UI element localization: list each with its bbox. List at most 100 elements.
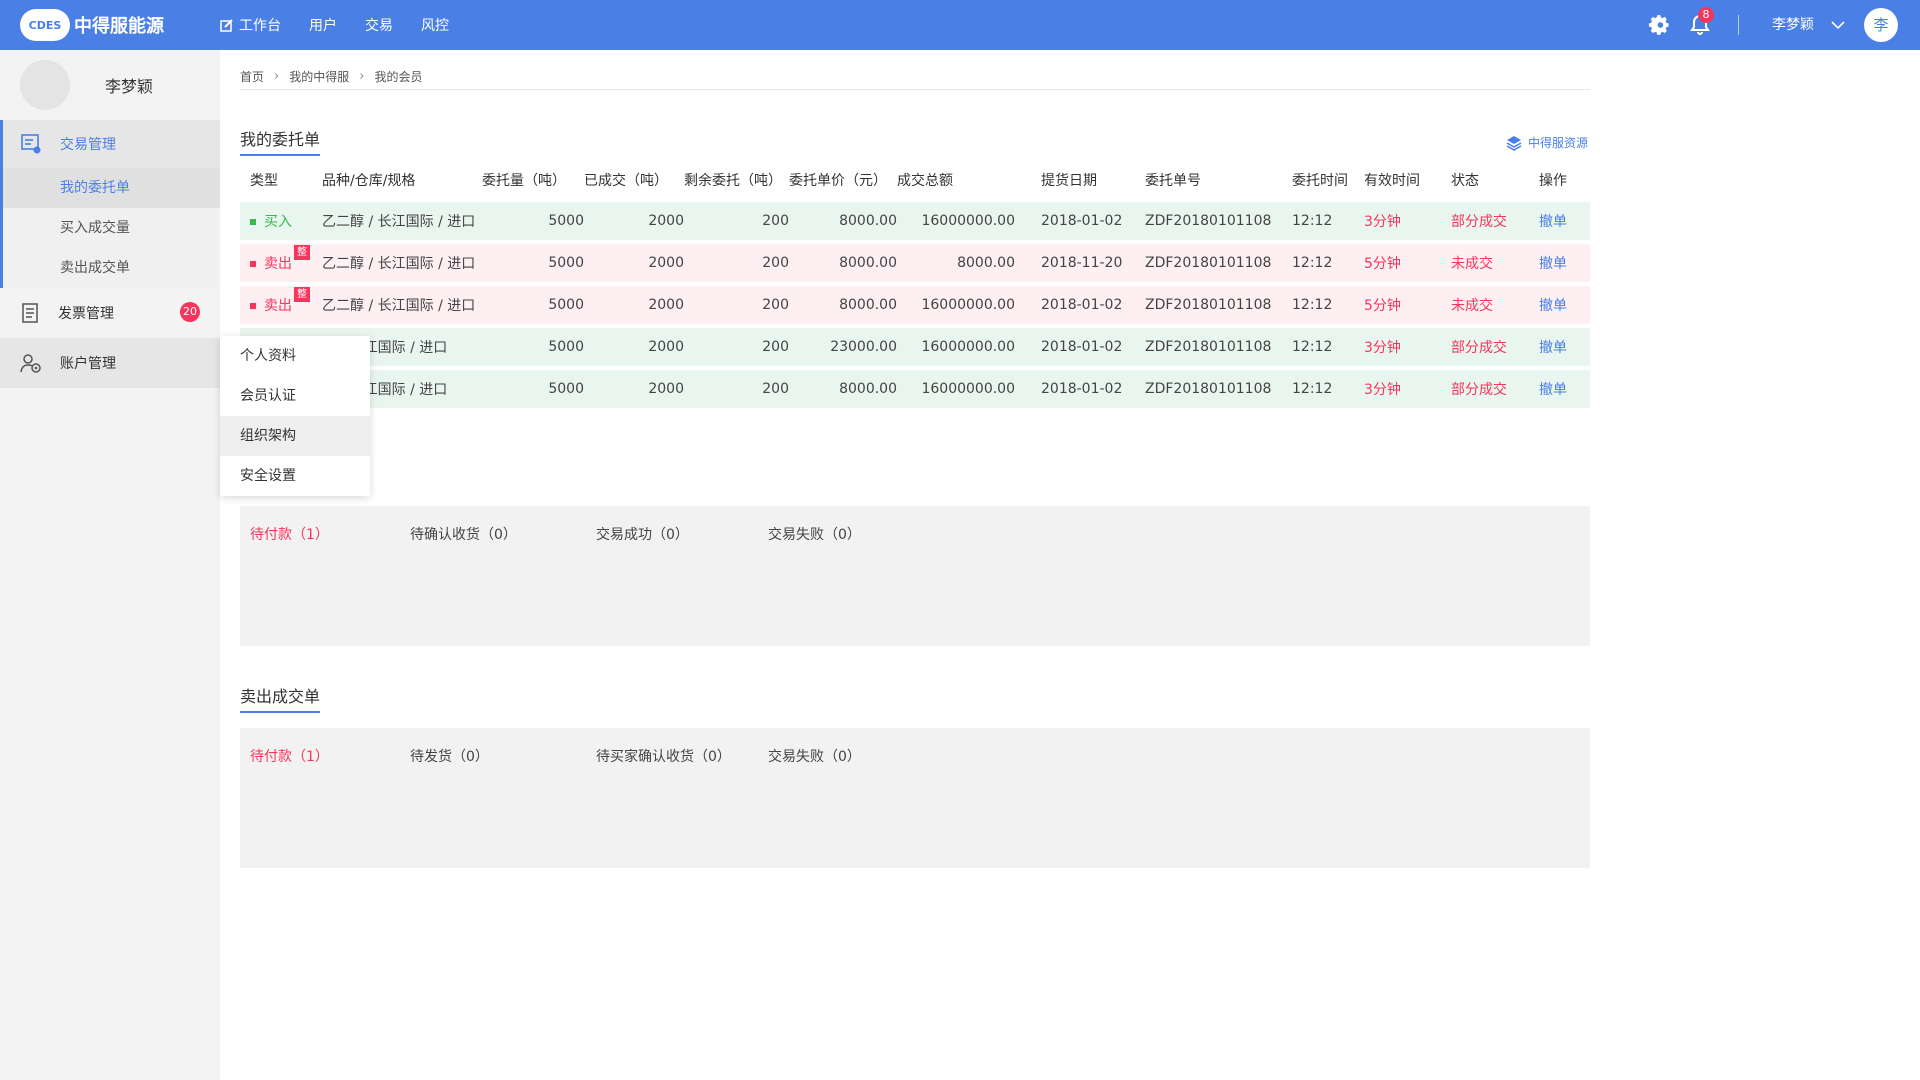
col-done: 已成交（吨） (584, 162, 684, 198)
brand-logo[interactable]: CDES 中得服能源 (20, 9, 164, 41)
cell-status: 未成交 (1441, 286, 1519, 324)
cell-date: 2018-01-02 (1015, 286, 1135, 324)
chevron-down-icon[interactable] (1830, 17, 1846, 33)
nav-risk[interactable]: 风控 (421, 15, 449, 35)
cell-done: 2000 (584, 202, 684, 240)
avatar[interactable]: 李 (1864, 8, 1898, 42)
type-dot (250, 219, 256, 225)
table-row: 卖出整 乙二醇 / 长江国际 / 进口 5000 2000 200 8000.00 1600… (240, 286, 1590, 324)
breadcrumb: 首页 › 我的中得服 › 我的会员 (240, 68, 422, 85)
cell-spec: 乙二醇 / 长江国际 / 进口 (322, 202, 482, 240)
orders-table: 类型 品种/仓库/规格 委托量（吨） 已成交（吨） 剩余委托（吨） 委托单价（元… (240, 158, 1590, 412)
cell-qty: 5000 (482, 202, 584, 240)
tab-sell-pending-shipment[interactable]: 待发货（0） (410, 746, 489, 766)
cell-price: 8000.00 (789, 286, 897, 324)
col-date: 提货日期 (1015, 162, 1135, 198)
menu-item-security[interactable]: 安全设置 (220, 456, 370, 496)
table-row: 买入 乙二醇 / 长江国际 / 进口 5000 2000 200 8000.00 16000… (240, 202, 1590, 240)
brand-name: 中得服能源 (74, 16, 164, 37)
invoice-count-badge: 20 (180, 302, 200, 322)
cell-done: 2000 (584, 286, 684, 324)
cell-time: 12:12 (1282, 328, 1354, 366)
cell-qty: 5000 (482, 328, 584, 366)
col-status: 状态 (1441, 162, 1519, 198)
order-type: 卖出 (264, 256, 292, 272)
gear-icon[interactable] (1648, 14, 1670, 36)
logo-mark: CDES (20, 9, 70, 41)
orders-title: 我的委托单 (240, 126, 321, 156)
sell-deals-panel: 待付款（1） 待发货（0） 待买家确认收货（0） 交易失败（0） (240, 728, 1590, 868)
table-row: 醇 / 长江国际 / 进口 5000 2000 200 8000.00 16000000.… (240, 370, 1590, 408)
sidebar-item-account[interactable]: 账户管理 (0, 338, 220, 388)
col-remain: 剩余委托（吨） (684, 162, 789, 198)
cell-type: 卖出整 (240, 286, 322, 324)
col-spec: 品种/仓库/规格 (322, 162, 482, 198)
resource-link[interactable]: 中得服资源 (1506, 134, 1588, 151)
sidebar-profile: 李梦颖 (0, 50, 220, 120)
tab-buy-pending-payment[interactable]: 待付款（1） (250, 524, 329, 544)
cell-date: 2018-01-02 (1015, 328, 1135, 366)
cell-qty: 5000 (482, 370, 584, 408)
edit-icon (220, 19, 233, 32)
cell-order-no: ZDF20180101108 (1135, 286, 1282, 324)
type-dot (250, 303, 256, 309)
top-username[interactable]: 李梦颖 (1772, 0, 1814, 50)
cell-price: 23000.00 (789, 328, 897, 366)
sidebar-item-my-orders[interactable]: 我的委托单 (0, 168, 220, 208)
breadcrumb-home[interactable]: 首页 (240, 68, 264, 85)
cell-type: 买入 (240, 202, 322, 240)
cancel-order-link[interactable]: 撤单 (1519, 244, 1590, 282)
menu-item-profile[interactable]: 个人资料 (220, 336, 370, 376)
cell-spec: 乙二醇 / 长江国际 / 进口 (322, 244, 482, 282)
menu-item-organization[interactable]: 组织架构 (220, 416, 370, 456)
col-valid: 有效时间 (1354, 162, 1441, 198)
whole-lot-tag: 整 (294, 245, 310, 260)
cancel-order-link[interactable]: 撤单 (1519, 370, 1590, 408)
tab-buy-failed[interactable]: 交易失败（0） (768, 524, 861, 544)
nav-users[interactable]: 用户 (309, 15, 337, 35)
cell-order-no: ZDF20180101108 (1135, 244, 1282, 282)
nav-workbench[interactable]: 工作台 (220, 15, 281, 35)
col-type: 类型 (240, 162, 322, 198)
breadcrumb-divider (240, 89, 1590, 90)
cell-type: 卖出整 (240, 244, 322, 282)
nav-trade[interactable]: 交易 (365, 15, 393, 35)
cell-price: 8000.00 (789, 244, 897, 282)
trade-doc-icon (21, 134, 41, 154)
tab-buy-pending-receipt[interactable]: 待确认收货（0） (410, 524, 517, 544)
cancel-order-link[interactable]: 撤单 (1519, 286, 1590, 324)
cell-status: 部分成交 (1441, 328, 1519, 366)
sidebar-item-trade-label: 交易管理 (60, 137, 116, 153)
tab-sell-pending-confirm[interactable]: 待买家确认收货（0） (596, 746, 731, 766)
tab-buy-success[interactable]: 交易成功（0） (596, 524, 689, 544)
cancel-order-link[interactable]: 撤单 (1519, 202, 1590, 240)
col-price: 委托单价（元） (789, 162, 897, 198)
cell-remain: 200 (684, 202, 789, 240)
cell-total: 8000.00 (897, 244, 1015, 282)
sidebar-item-sell-orders[interactable]: 卖出成交单 (0, 248, 220, 288)
user-settings-icon (20, 354, 41, 373)
chevron-right-icon: › (274, 69, 280, 84)
profile-avatar (20, 60, 70, 110)
cell-price: 8000.00 (789, 202, 897, 240)
sell-deals-title: 卖出成交单 (240, 683, 321, 713)
sidebar-item-buy-volume[interactable]: 买入成交量 (0, 208, 220, 248)
sidebar-item-trade[interactable]: 交易管理 (0, 120, 220, 168)
tab-sell-failed[interactable]: 交易失败（0） (768, 746, 861, 766)
cell-remain: 200 (684, 286, 789, 324)
cell-time: 12:12 (1282, 202, 1354, 240)
layers-icon (1506, 135, 1522, 151)
menu-item-verification[interactable]: 会员认证 (220, 376, 370, 416)
cell-valid: 5分钟 (1354, 244, 1441, 282)
account-submenu: 个人资料 会员认证 组织架构 安全设置 (220, 336, 370, 496)
profile-name: 李梦颖 (105, 77, 154, 96)
tab-sell-pending-payment[interactable]: 待付款（1） (250, 746, 329, 766)
cell-qty: 5000 (482, 286, 584, 324)
top-divider (1738, 15, 1739, 35)
sidebar-item-invoice[interactable]: 发票管理 20 (0, 288, 220, 338)
breadcrumb-my-zdf[interactable]: 我的中得服 (289, 68, 349, 85)
cell-date: 2018-01-02 (1015, 202, 1135, 240)
cell-date: 2018-11-20 (1015, 244, 1135, 282)
cancel-order-link[interactable]: 撤单 (1519, 328, 1590, 366)
cell-valid: 3分钟 (1354, 328, 1441, 366)
